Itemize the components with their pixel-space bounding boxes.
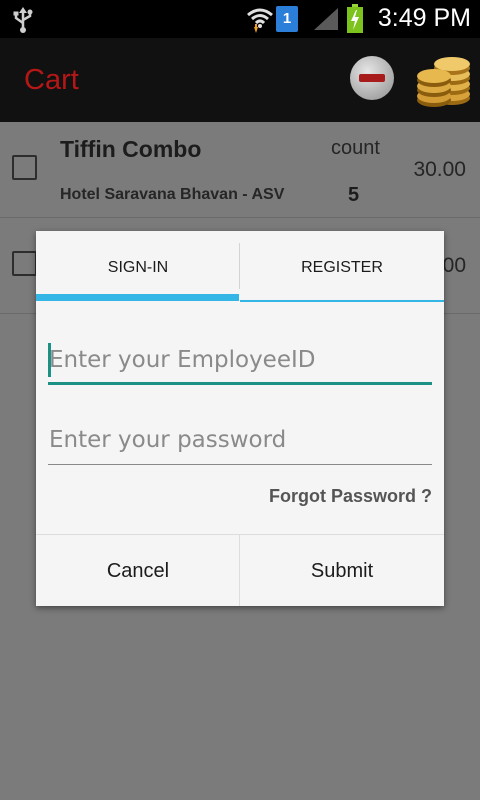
employee-id-input[interactable]: [48, 339, 432, 381]
tab-indicator: [240, 300, 444, 302]
coins-icon[interactable]: [416, 54, 472, 112]
login-dialog: SIGN-IN REGISTER Forgot Password ? Cance…: [36, 231, 444, 606]
field-underline: [48, 464, 432, 465]
count-label: count: [331, 137, 380, 159]
tab-register[interactable]: REGISTER: [240, 231, 444, 302]
item-hotel: Hotel Saravana Bhavan - ASV: [60, 186, 285, 203]
remove-icon[interactable]: [350, 56, 394, 100]
dialog-tabs: SIGN-IN REGISTER: [36, 231, 444, 302]
page-title: Cart: [24, 64, 79, 96]
wifi-icon: [246, 5, 274, 39]
item-count: 5: [348, 184, 360, 206]
forgot-password-link[interactable]: Forgot Password ?: [269, 486, 432, 507]
battery-charging-icon: [346, 4, 364, 38]
submit-button[interactable]: Submit: [240, 535, 444, 606]
item-checkbox[interactable]: [12, 251, 37, 276]
employee-id-field[interactable]: [48, 339, 432, 385]
signal-icon: [310, 6, 340, 36]
list-item[interactable]: Tiffin Combo Hotel Saravana Bhavan - ASV…: [0, 122, 480, 218]
item-price: 30.00: [413, 158, 466, 181]
status-bar: 1 3:49 PM: [0, 0, 480, 38]
dialog-buttons: Cancel Submit: [36, 534, 444, 606]
item-price: 00: [442, 254, 466, 277]
tab-sign-in[interactable]: SIGN-IN: [36, 231, 240, 302]
password-input[interactable]: [48, 419, 432, 461]
sim-icon: 1: [276, 6, 298, 32]
usb-icon: [12, 7, 34, 37]
clock: 3:49 PM: [377, 4, 471, 32]
item-name: Tiffin Combo: [60, 136, 202, 162]
item-checkbox[interactable]: [12, 155, 37, 180]
text-cursor: [48, 343, 51, 377]
cancel-button[interactable]: Cancel: [36, 535, 240, 606]
field-underline: [48, 382, 432, 385]
password-field[interactable]: [48, 419, 432, 465]
tab-indicator-active: [36, 294, 239, 301]
